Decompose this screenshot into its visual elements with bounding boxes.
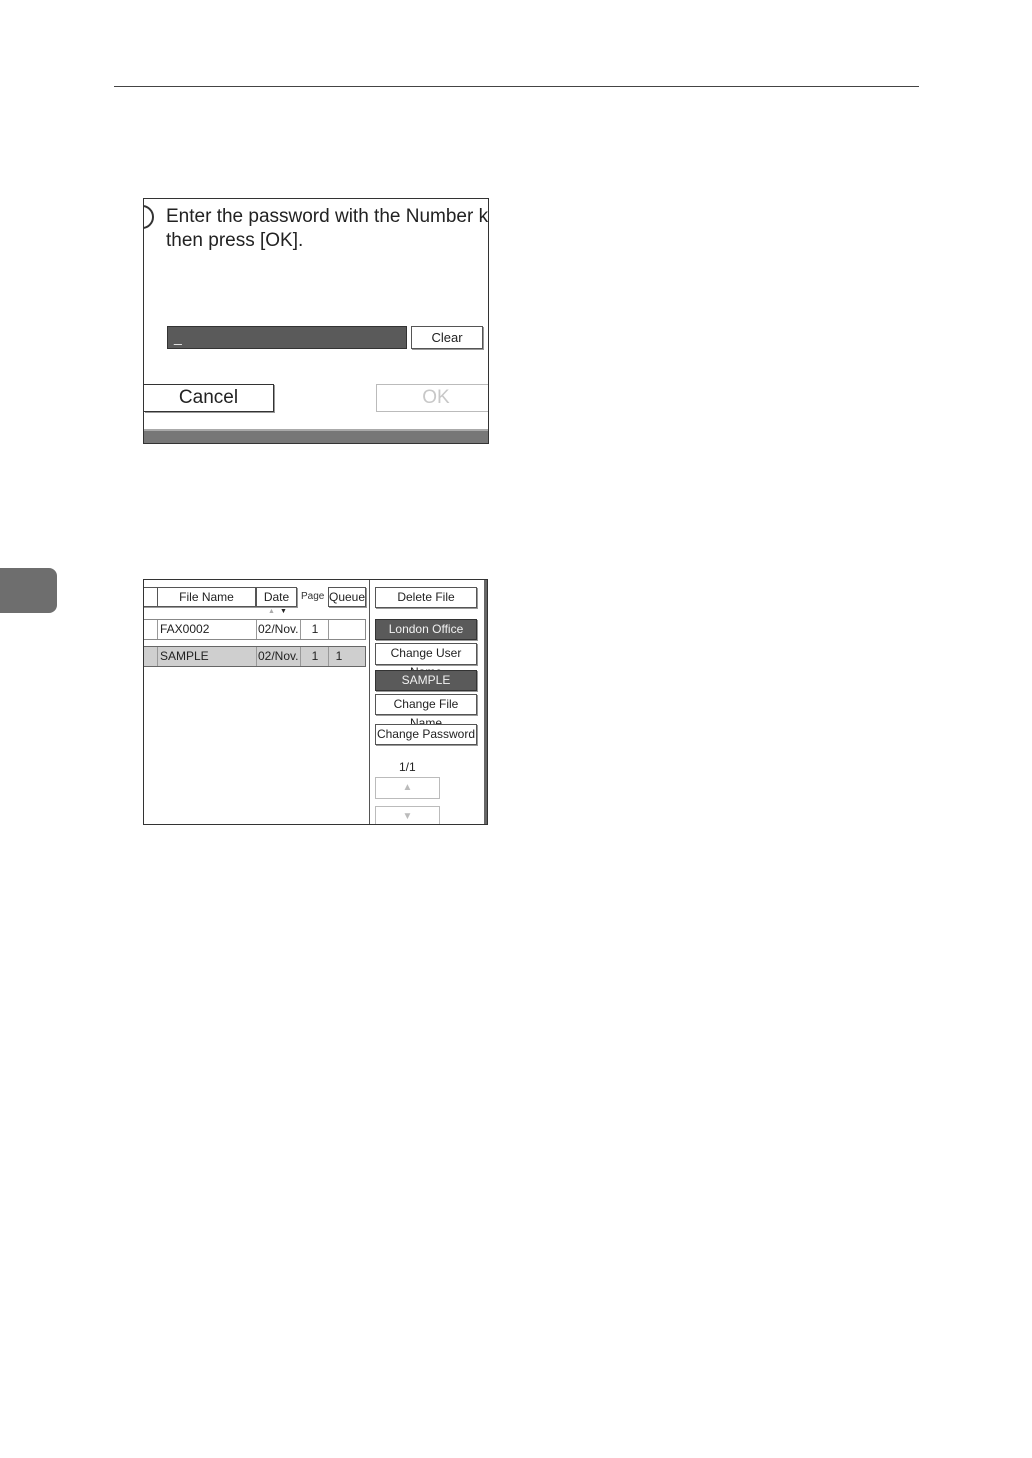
dialog-message: Enter the password with the Number key t… <box>166 205 489 253</box>
file-row[interactable]: FAX0002 02/Nov. 1 <box>144 619 366 640</box>
arrow-down-icon: ▼ <box>402 811 413 822</box>
ok-button[interactable]: OK <box>376 384 488 412</box>
page-cell: 1 <box>300 647 329 666</box>
file-name-display: SAMPLE <box>375 670 477 691</box>
chapter-tab <box>0 568 57 613</box>
header-page: Page <box>301 591 325 602</box>
sort-ascending-icon[interactable]: ▲ <box>268 608 275 615</box>
date-cell: 02/Nov. <box>256 620 298 639</box>
queue-cell <box>328 620 349 639</box>
file-list-screen: File Name Date Page Queue ▲ ▼ FAX0002 02… <box>143 579 488 825</box>
clear-button[interactable]: Clear <box>411 326 483 349</box>
sort-descending-icon[interactable]: ▼ <box>280 608 287 615</box>
queue-cell: 1 <box>328 647 349 666</box>
delete-file-button[interactable]: Delete File <box>375 587 477 608</box>
scroll-down-button[interactable]: ▼ <box>375 806 440 824</box>
change-file-name-button[interactable]: Change File Name <box>375 694 477 730</box>
password-dialog: Enter the password with the Number key t… <box>143 198 489 444</box>
screen-edge <box>484 580 487 824</box>
header-queue[interactable]: Queue <box>328 587 366 607</box>
file-row-selected[interactable]: SAMPLE 02/Nov. 1 1 <box>144 646 366 667</box>
message-line-2: then press [OK]. <box>166 230 304 251</box>
header-file-name[interactable]: File Name <box>157 587 256 607</box>
password-field[interactable]: _ <box>167 326 407 349</box>
page-cell: 1 <box>300 620 329 639</box>
arrow-up-icon: ▲ <box>402 782 413 793</box>
page-indicator: 1/1 <box>399 760 416 774</box>
change-user-name-button[interactable]: Change User Name <box>375 643 477 679</box>
status-bar <box>144 429 488 443</box>
header-rule <box>114 86 919 87</box>
question-icon <box>144 205 154 229</box>
message-line-1: Enter the password with the Number key <box>166 206 489 227</box>
user-name-display: London Office <box>375 619 477 640</box>
cancel-button[interactable]: Cancel <box>144 384 274 412</box>
header-select-col[interactable] <box>144 587 158 607</box>
scroll-up-button[interactable]: ▲ <box>375 777 440 799</box>
header-date[interactable]: Date <box>256 587 297 607</box>
file-name-cell: FAX0002 <box>157 620 209 639</box>
panel-divider <box>369 580 370 824</box>
change-password-button[interactable]: Change Password <box>375 724 477 745</box>
file-name-cell: SAMPLE <box>157 647 209 666</box>
date-cell: 02/Nov. <box>256 647 298 666</box>
